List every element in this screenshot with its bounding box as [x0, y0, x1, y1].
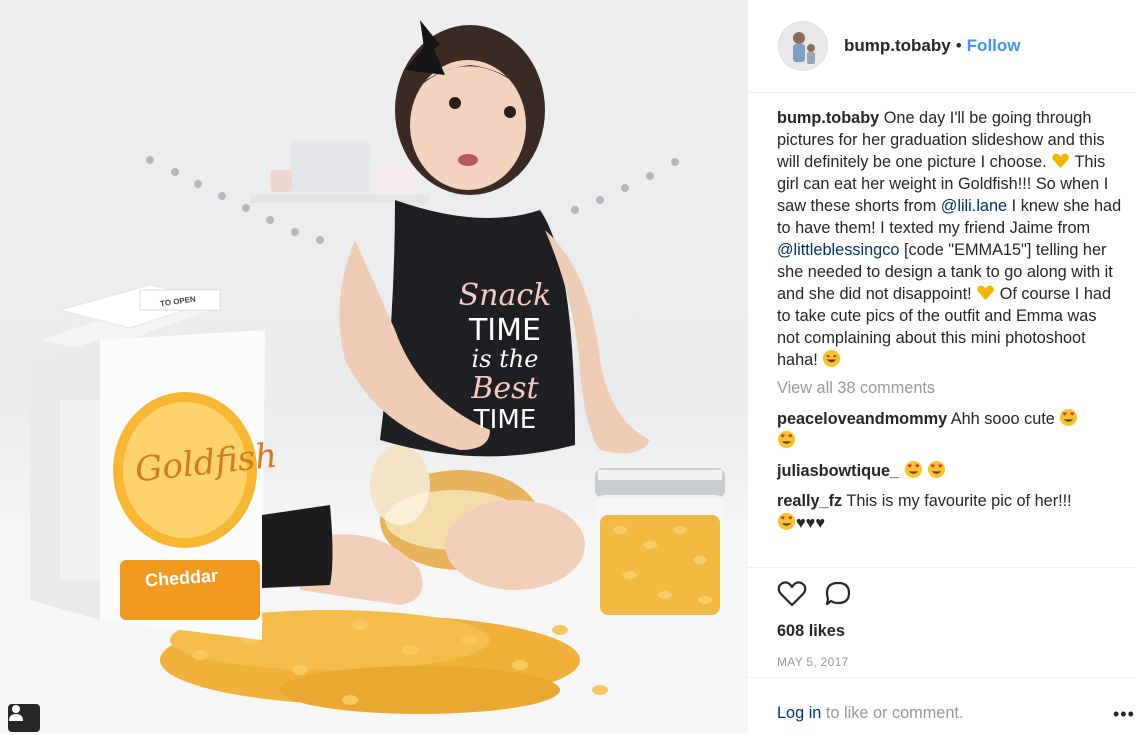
- shirt-text-best: Best: [470, 371, 539, 406]
- login-prompt: Log in to like or comment.: [777, 704, 963, 723]
- shirt-text-is-the: is the: [472, 345, 539, 373]
- mention-lili-lane[interactable]: @lili.lane: [941, 197, 1007, 215]
- heart-icon[interactable]: [777, 580, 807, 608]
- comment-username[interactable]: really_fz: [777, 492, 842, 510]
- header-username[interactable]: bump.tobaby: [844, 36, 951, 56]
- comment-username[interactable]: peaceloveandmommy: [777, 410, 947, 428]
- comment-username[interactable]: juliasbowtique_: [777, 462, 899, 480]
- more-options-icon[interactable]: •••: [1113, 704, 1135, 725]
- post-photo[interactable]: Snack TIME is the Best TIME TO OPEN Gold…: [0, 0, 748, 734]
- caption-username[interactable]: bump.tobaby: [777, 109, 879, 127]
- post-date: MAY 5, 2017: [777, 655, 849, 669]
- post-footer: Log in to like or comment. •••: [748, 677, 1135, 735]
- separator-dot: •: [955, 36, 962, 55]
- comment-icon[interactable]: [823, 580, 853, 608]
- black-hearts: ♥♥♥: [796, 514, 826, 532]
- login-link[interactable]: Log in: [777, 704, 821, 722]
- caption: bump.tobaby One day I'll be going throug…: [777, 107, 1122, 371]
- comment: peaceloveandmommy Ahh sooo cute: [777, 408, 1122, 452]
- comment-text: This is my favourite pic of her!!!: [846, 492, 1072, 510]
- view-all-comments-link[interactable]: View all 38 comments: [777, 377, 1122, 399]
- post-actions: 608 likes MAY 5, 2017: [748, 567, 1135, 669]
- tag-user-icon[interactable]: [8, 704, 40, 732]
- login-rest-text: to like or comment.: [825, 704, 964, 722]
- mention-littleblessingco[interactable]: @littleblessingco: [777, 241, 899, 259]
- post-side-panel: bump.tobaby • Follow bump.tobaby One day…: [748, 0, 1145, 734]
- heart-eyes-emoji: [777, 512, 796, 531]
- comment: really_fz This is my favourite pic of he…: [777, 490, 1122, 534]
- photo-illustration: Snack TIME is the Best TIME: [0, 20, 748, 734]
- heart-eyes-emoji: [904, 460, 922, 479]
- shirt-text-snack: Snack: [459, 278, 552, 313]
- heart-eyes-emoji: [928, 460, 946, 479]
- avatar[interactable]: [778, 21, 828, 71]
- comment: juliasbowtique_: [777, 460, 1122, 482]
- post-header: bump.tobaby • Follow: [748, 0, 1135, 93]
- shirt-text-time: TIME: [468, 313, 541, 348]
- yellow-heart-emoji: [977, 285, 994, 301]
- heart-eyes-emoji: [777, 430, 796, 449]
- follow-button[interactable]: Follow: [967, 36, 1021, 56]
- shirt-text-time-2: TIME: [473, 405, 536, 435]
- laughing-emoji: [823, 349, 841, 368]
- yellow-heart-emoji: [1052, 153, 1069, 169]
- comments-section: bump.tobaby One day I'll be going throug…: [777, 107, 1122, 542]
- heart-eyes-emoji: [1060, 408, 1078, 427]
- comment-text: Ahh sooo cute: [950, 410, 1055, 428]
- likes-count[interactable]: 608 likes: [777, 622, 845, 641]
